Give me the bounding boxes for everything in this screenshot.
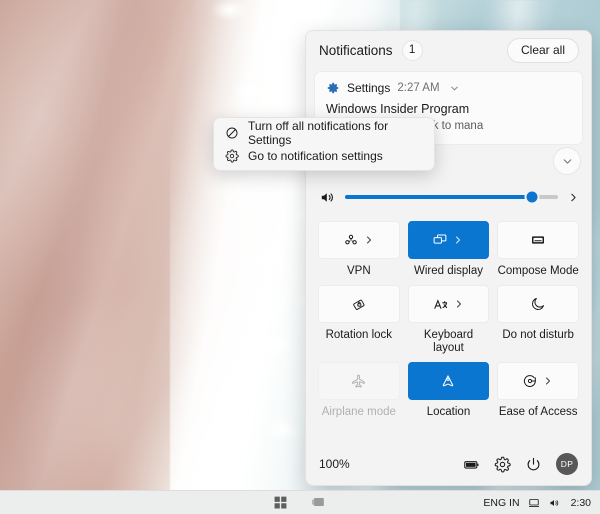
tile-label: Rotation lock [326,329,392,342]
windows-start-icon[interactable] [273,495,288,510]
quick-setting-tile: Do not disturb [497,285,579,355]
tile-label: Airplane mode [322,406,396,419]
menu-item-label: Turn off all notifications for Settings [248,119,423,147]
quick-setting-tile: Rotation lock [318,285,400,355]
notification-title: Windows Insider Program [326,102,571,117]
ease-of-access-icon [522,373,538,389]
speaker-icon[interactable] [548,497,561,509]
vpn-icon [343,232,359,248]
quick-setting-tile: Wired display [408,221,490,278]
tile-label: Wired display [414,265,483,278]
moon-icon [530,296,546,312]
collapse-button[interactable] [553,147,581,175]
tile-button-compose-mode[interactable] [497,221,579,259]
quick-setting-tile: Ease of Access [497,362,579,419]
volume-slider-thumb[interactable] [525,190,540,205]
volume-slider[interactable] [345,195,558,199]
notification-timestamp: 2:27 AM [397,82,439,94]
quick-setting-tile: Compose Mode [497,221,579,278]
chevron-right-icon[interactable] [567,191,580,204]
rotation-lock-icon [351,296,367,312]
tile-label: VPN [347,265,371,278]
wired-display-icon [432,232,448,248]
chevron-down-icon [561,155,574,168]
volume-slider-fill [345,195,532,199]
notification-center-flyout: Notifications 1 Clear all Settings 2:27 … [305,30,592,486]
language-indicator[interactable]: ENG IN [483,497,519,509]
tile-label: Location [427,406,470,419]
tile-button-ease-of-access[interactable] [497,362,579,400]
menu-item-turn-off-notifications[interactable]: Turn off all notifications for Settings [214,121,434,145]
battery-percentage: 100% [319,457,350,471]
quick-setting-tile: Location [408,362,490,419]
volume-row [306,177,591,217]
network-icon[interactable] [528,497,540,509]
chevron-right-icon[interactable] [453,298,465,310]
notification-app-name: Settings [347,81,390,95]
tile-button-wired-display[interactable] [408,221,490,259]
keyboard-layout-icon [432,296,449,313]
airplane-icon [350,373,367,390]
speaker-icon[interactable] [319,189,336,206]
chevron-down-icon[interactable] [449,83,460,94]
power-icon[interactable] [525,456,542,473]
block-icon [225,126,239,140]
tile-button-keyboard-layout[interactable] [408,285,490,323]
location-icon [440,373,456,389]
compose-mode-icon [530,232,546,248]
tile-label: Keyboard layout [408,329,490,355]
tile-label: Compose Mode [498,265,579,278]
gear-icon[interactable] [494,456,511,473]
notification-context-menu: Turn off all notifications for Settings … [213,117,435,171]
battery-full-icon[interactable] [463,456,480,473]
tile-button-airplane [318,362,400,400]
tile-button-vpn[interactable] [318,221,400,259]
quick-settings-footer: 100% DP [306,443,591,485]
tile-button-moon[interactable] [497,285,579,323]
clock[interactable]: 2:30 [571,497,591,509]
settings-gear-icon [326,81,340,95]
tile-label: Do not disturb [502,329,574,342]
task-view-icon[interactable] [310,495,327,510]
quick-setting-tile: Airplane mode [318,362,400,419]
chevron-right-icon[interactable] [452,234,464,246]
taskbar-center-group [273,495,327,510]
footer-icon-group: DP [463,453,578,475]
taskbar: ENG IN 2:30 [0,490,600,514]
clear-all-button[interactable]: Clear all [507,38,579,63]
tile-label: Ease of Access [499,406,578,419]
tile-button-location[interactable] [408,362,490,400]
clear-all-label: Clear all [521,43,565,57]
gear-icon [225,149,239,163]
system-tray: ENG IN 2:30 [483,497,591,509]
quick-settings-tile-grid: VPN Wired display Compose Mode Rotation loc… [306,217,591,443]
notifications-title: Notifications [319,43,393,58]
quick-setting-tile: VPN [318,221,400,278]
chevron-right-icon[interactable] [542,375,554,387]
tile-button-rotation-lock[interactable] [318,285,400,323]
menu-item-go-to-notification-settings[interactable]: Go to notification settings [214,145,434,167]
notification-item-header: Settings 2:27 AM [326,81,571,95]
avatar[interactable]: DP [556,453,578,475]
chevron-right-icon[interactable] [363,234,375,246]
notifications-header: Notifications 1 Clear all [306,31,591,69]
quick-setting-tile: Keyboard layout [408,285,490,355]
notifications-count-badge: 1 [402,40,423,61]
menu-item-label: Go to notification settings [248,149,383,163]
